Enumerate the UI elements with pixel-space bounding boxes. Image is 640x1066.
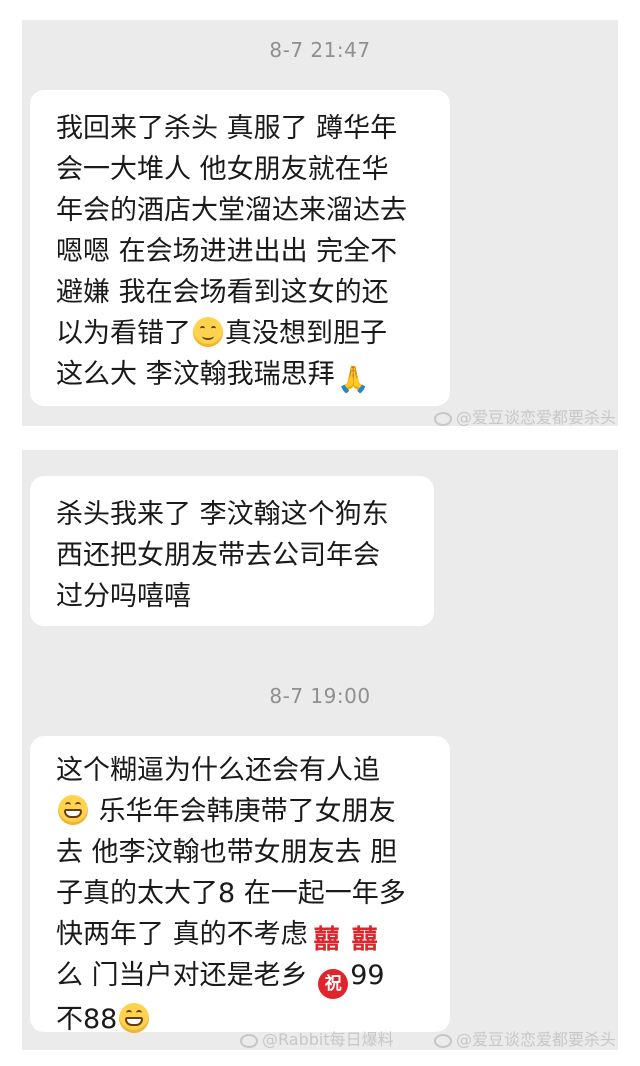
message-line: 避嫌 我在会场看到这女的还 <box>56 277 389 308</box>
pray-hands-emoji-icon: 🙏 <box>337 365 370 395</box>
message-line-with-emoji: 这么大 李汶翰我瑞思拜 🙏 <box>56 354 430 395</box>
screenshot-panel-1: 8-7 21:47 我回来了杀头 真服了 蹲华年 会一大堆人 他女朋友就在华 年… <box>22 20 618 428</box>
message-line-with-emoji: 快两年了 真的不考虑囍囍 <box>56 914 430 955</box>
message-text: 真没想到胆子 <box>225 318 387 349</box>
message-line: 年会的酒店大堂溜达来溜达去 <box>56 195 407 226</box>
weibo-logo-icon <box>434 1034 452 1048</box>
message-line-with-emoji: 乐华年会韩庚带了女朋友 <box>56 791 430 832</box>
message-line: 嗯嗯 在会场进进出出 完全不 <box>56 236 398 267</box>
message-line: 过分吗嘻嘻 <box>56 581 191 612</box>
weibo-watermark: @爱豆谈恋爱都要杀头 <box>434 1026 616 1050</box>
message-text: 99 <box>350 960 385 991</box>
double-happiness-emoji-icon: 囍 <box>351 925 378 955</box>
smile-emoji-icon <box>193 317 223 347</box>
message-bubble[interactable]: 杀头我来了 李汶翰这个狗东 西还把女朋友带去公司年会 过分吗嘻嘻 <box>30 476 434 626</box>
message-text: 这么大 李汶翰我瑞思拜 <box>56 359 335 390</box>
double-happiness-emoji-icon: 囍 <box>313 925 340 955</box>
weibo-watermark: @爱豆谈恋爱都要杀头 <box>434 404 616 428</box>
message-line-with-emoji: 以为看错了 真没想到胆子 <box>56 313 430 354</box>
message-bubble[interactable]: 我回来了杀头 真服了 蹲华年 会一大堆人 他女朋友就在华 年会的酒店大堂溜达来溜… <box>30 90 450 406</box>
message-line: 西还把女朋友带去公司年会 <box>56 540 380 571</box>
message-text: 么 门当户对还是老乡 <box>56 960 308 991</box>
message-line: 我回来了杀头 真服了 蹲华年 <box>56 113 398 144</box>
weibo-watermark: @Rabbit每日爆料 <box>240 1026 394 1050</box>
message-text: 以为看错了 <box>56 318 191 349</box>
message-line: 这个糊逼为什么还会有人追 <box>56 755 380 786</box>
message-text: 快两年了 真的不考虑 <box>56 919 308 950</box>
weibo-logo-icon <box>434 412 452 426</box>
message-timestamp: 8-7 19:00 <box>269 684 371 708</box>
message-text: 乐华年会韩庚带了女朋友 <box>98 796 396 827</box>
message-bubble[interactable]: 这个糊逼为什么还会有人追 乐华年会韩庚带了女朋友 去 他李汶翰也带女朋友去 胆 … <box>30 736 450 1035</box>
message-line-with-emoji: 么 门当户对还是老乡 祝 99 <box>56 955 430 999</box>
message-line: 去 他李汶翰也带女朋友去 胆 <box>56 837 398 868</box>
message-timestamp: 8-7 21:47 <box>269 38 371 62</box>
congrats-emoji-icon: 祝 <box>318 969 349 999</box>
grin-emoji-icon <box>119 1003 150 1033</box>
message-line: 杀头我来了 李汶翰这个狗东 <box>56 499 389 530</box>
message-line: 会一大堆人 他女朋友就在华 <box>56 154 389 185</box>
weibo-logo-icon <box>240 1034 258 1048</box>
screenshot-panel-2: 杀头我来了 李汶翰这个狗东 西还把女朋友带去公司年会 过分吗嘻嘻 8-7 19:… <box>22 450 618 1050</box>
message-text: 不88 <box>56 1004 118 1035</box>
grin-emoji-icon <box>58 795 88 825</box>
message-line: 子真的太大了8 在一起一年多 <box>56 878 406 909</box>
